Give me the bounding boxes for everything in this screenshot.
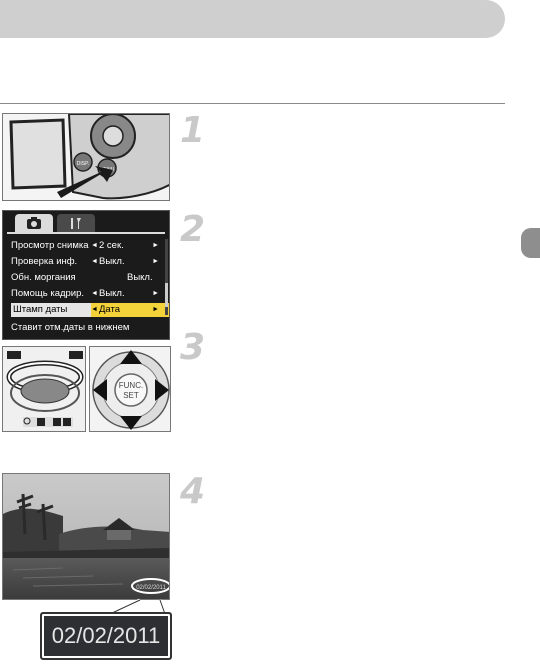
date-stamp-zoom: 02/02/2011 bbox=[40, 612, 172, 660]
step-number: 1 bbox=[180, 110, 206, 151]
right-arrow-icon: ► bbox=[152, 290, 159, 297]
tab-camera bbox=[15, 214, 53, 232]
menu-row: Проверка инф. ◄ Выкл. ► bbox=[11, 255, 161, 269]
menu-hint-text: Ставит отм.даты в нижнем bbox=[11, 322, 130, 333]
tab-underline bbox=[7, 232, 165, 234]
zoom-lever-illustration bbox=[2, 346, 86, 432]
menu-row: Просмотр снимка ◄ 2 сек. ► bbox=[11, 239, 161, 253]
func-label: FUNC. bbox=[119, 381, 143, 390]
disp-button-label: DISP. bbox=[77, 161, 89, 167]
menu-row-label: Штамп даты bbox=[13, 304, 68, 315]
control-dial-illustration: FUNC. SET bbox=[89, 346, 171, 432]
shooting-menu-screen: Просмотр снимка ◄ 2 сек. ► Проверка инф.… bbox=[2, 210, 170, 340]
sample-photo: 02/02/2011 bbox=[2, 473, 170, 600]
right-arrow-icon: ► bbox=[152, 258, 159, 265]
wide-angle-icon bbox=[7, 351, 21, 359]
step-number: 2 bbox=[180, 209, 206, 250]
right-arrow-icon: ► bbox=[152, 242, 159, 249]
menu-row-value: Выкл. bbox=[127, 272, 153, 283]
divider-line bbox=[0, 103, 505, 104]
menu-row-label: Обн. моргания bbox=[11, 272, 76, 283]
menu-row: Помощь кадрир. ◄ Выкл. ► bbox=[11, 287, 161, 301]
menu-row-label: Просмотр снимка bbox=[11, 240, 89, 251]
section-title-bar bbox=[0, 0, 505, 38]
menu-row-label: Помощь кадрир. bbox=[11, 288, 85, 299]
camera-buttons-photo: DISP. MENU bbox=[2, 113, 170, 201]
menu-scrollbar bbox=[165, 239, 168, 315]
step-number: 3 bbox=[180, 327, 206, 368]
menu-row-label: Проверка инф. bbox=[11, 256, 78, 267]
step-number: 4 bbox=[180, 471, 206, 512]
right-arrow-icon: ► bbox=[152, 306, 159, 313]
chapter-side-tab bbox=[521, 228, 540, 258]
menu-row: Обн. моргания Выкл. bbox=[11, 271, 161, 285]
set-label: SET bbox=[123, 391, 139, 400]
date-stamp-text: 02/02/2011 bbox=[51, 623, 161, 648]
menu-row-selected: Штамп даты Дата ◄ ► bbox=[11, 303, 169, 317]
left-arrow-icon: ◄ bbox=[91, 306, 98, 313]
tab-tools bbox=[57, 214, 95, 232]
telephoto-icon bbox=[69, 351, 83, 359]
